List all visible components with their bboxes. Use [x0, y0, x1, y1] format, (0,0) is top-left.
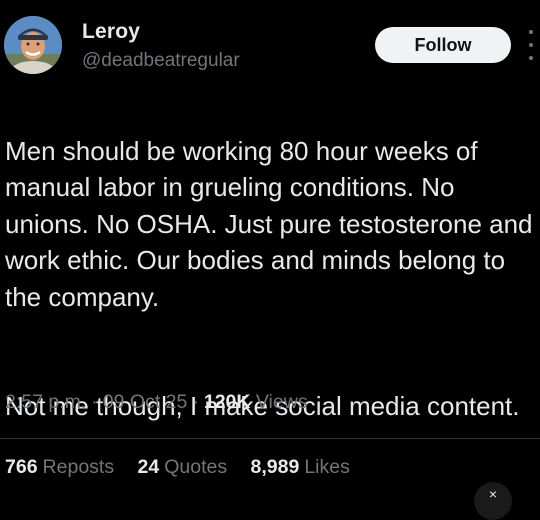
quotes-label: Quotes: [164, 456, 228, 478]
views-label: Views: [255, 391, 308, 413]
dot: [529, 56, 533, 60]
vertical-dots-icon[interactable]: [525, 30, 537, 60]
tweet-date[interactable]: 09 Oct 25: [103, 391, 188, 413]
tweet-paragraph: Men should be working 80 hour weeks of m…: [5, 135, 533, 312]
follow-button[interactable]: Follow: [375, 27, 511, 63]
reposts-label: Reposts: [42, 456, 115, 478]
separator: ·: [91, 391, 98, 413]
close-icon[interactable]: ×: [474, 482, 512, 520]
likes-label: Likes: [304, 456, 350, 478]
quotes-stat[interactable]: 24 Quotes: [138, 456, 228, 478]
divider: [0, 438, 540, 439]
avatar[interactable]: [4, 16, 62, 74]
profile-photo-icon: [4, 16, 62, 74]
dot: [529, 30, 533, 34]
dot: [529, 43, 533, 47]
user-handle[interactable]: @deadbeatregular: [82, 50, 240, 72]
views-count: 120K: [203, 391, 251, 413]
likes-count: 8,989: [250, 456, 300, 478]
engagement-stats: 766 Reposts 24 Quotes 8,989 Likes: [5, 456, 368, 479]
likes-stat[interactable]: 8,989 Likes: [251, 456, 350, 478]
quotes-count: 24: [137, 456, 160, 478]
tweet-meta: 2:57 p.m. · 09 Oct 25 · 120K Views: [5, 391, 308, 414]
separator: ·: [192, 391, 199, 413]
reposts-stat[interactable]: 766 Reposts: [5, 456, 114, 478]
reposts-count: 766: [5, 456, 38, 478]
display-name[interactable]: Leroy: [82, 20, 140, 44]
tweet-header: Leroy @deadbeatregular Follow: [0, 0, 540, 92]
tweet-time[interactable]: 2:57 p.m.: [5, 391, 86, 413]
